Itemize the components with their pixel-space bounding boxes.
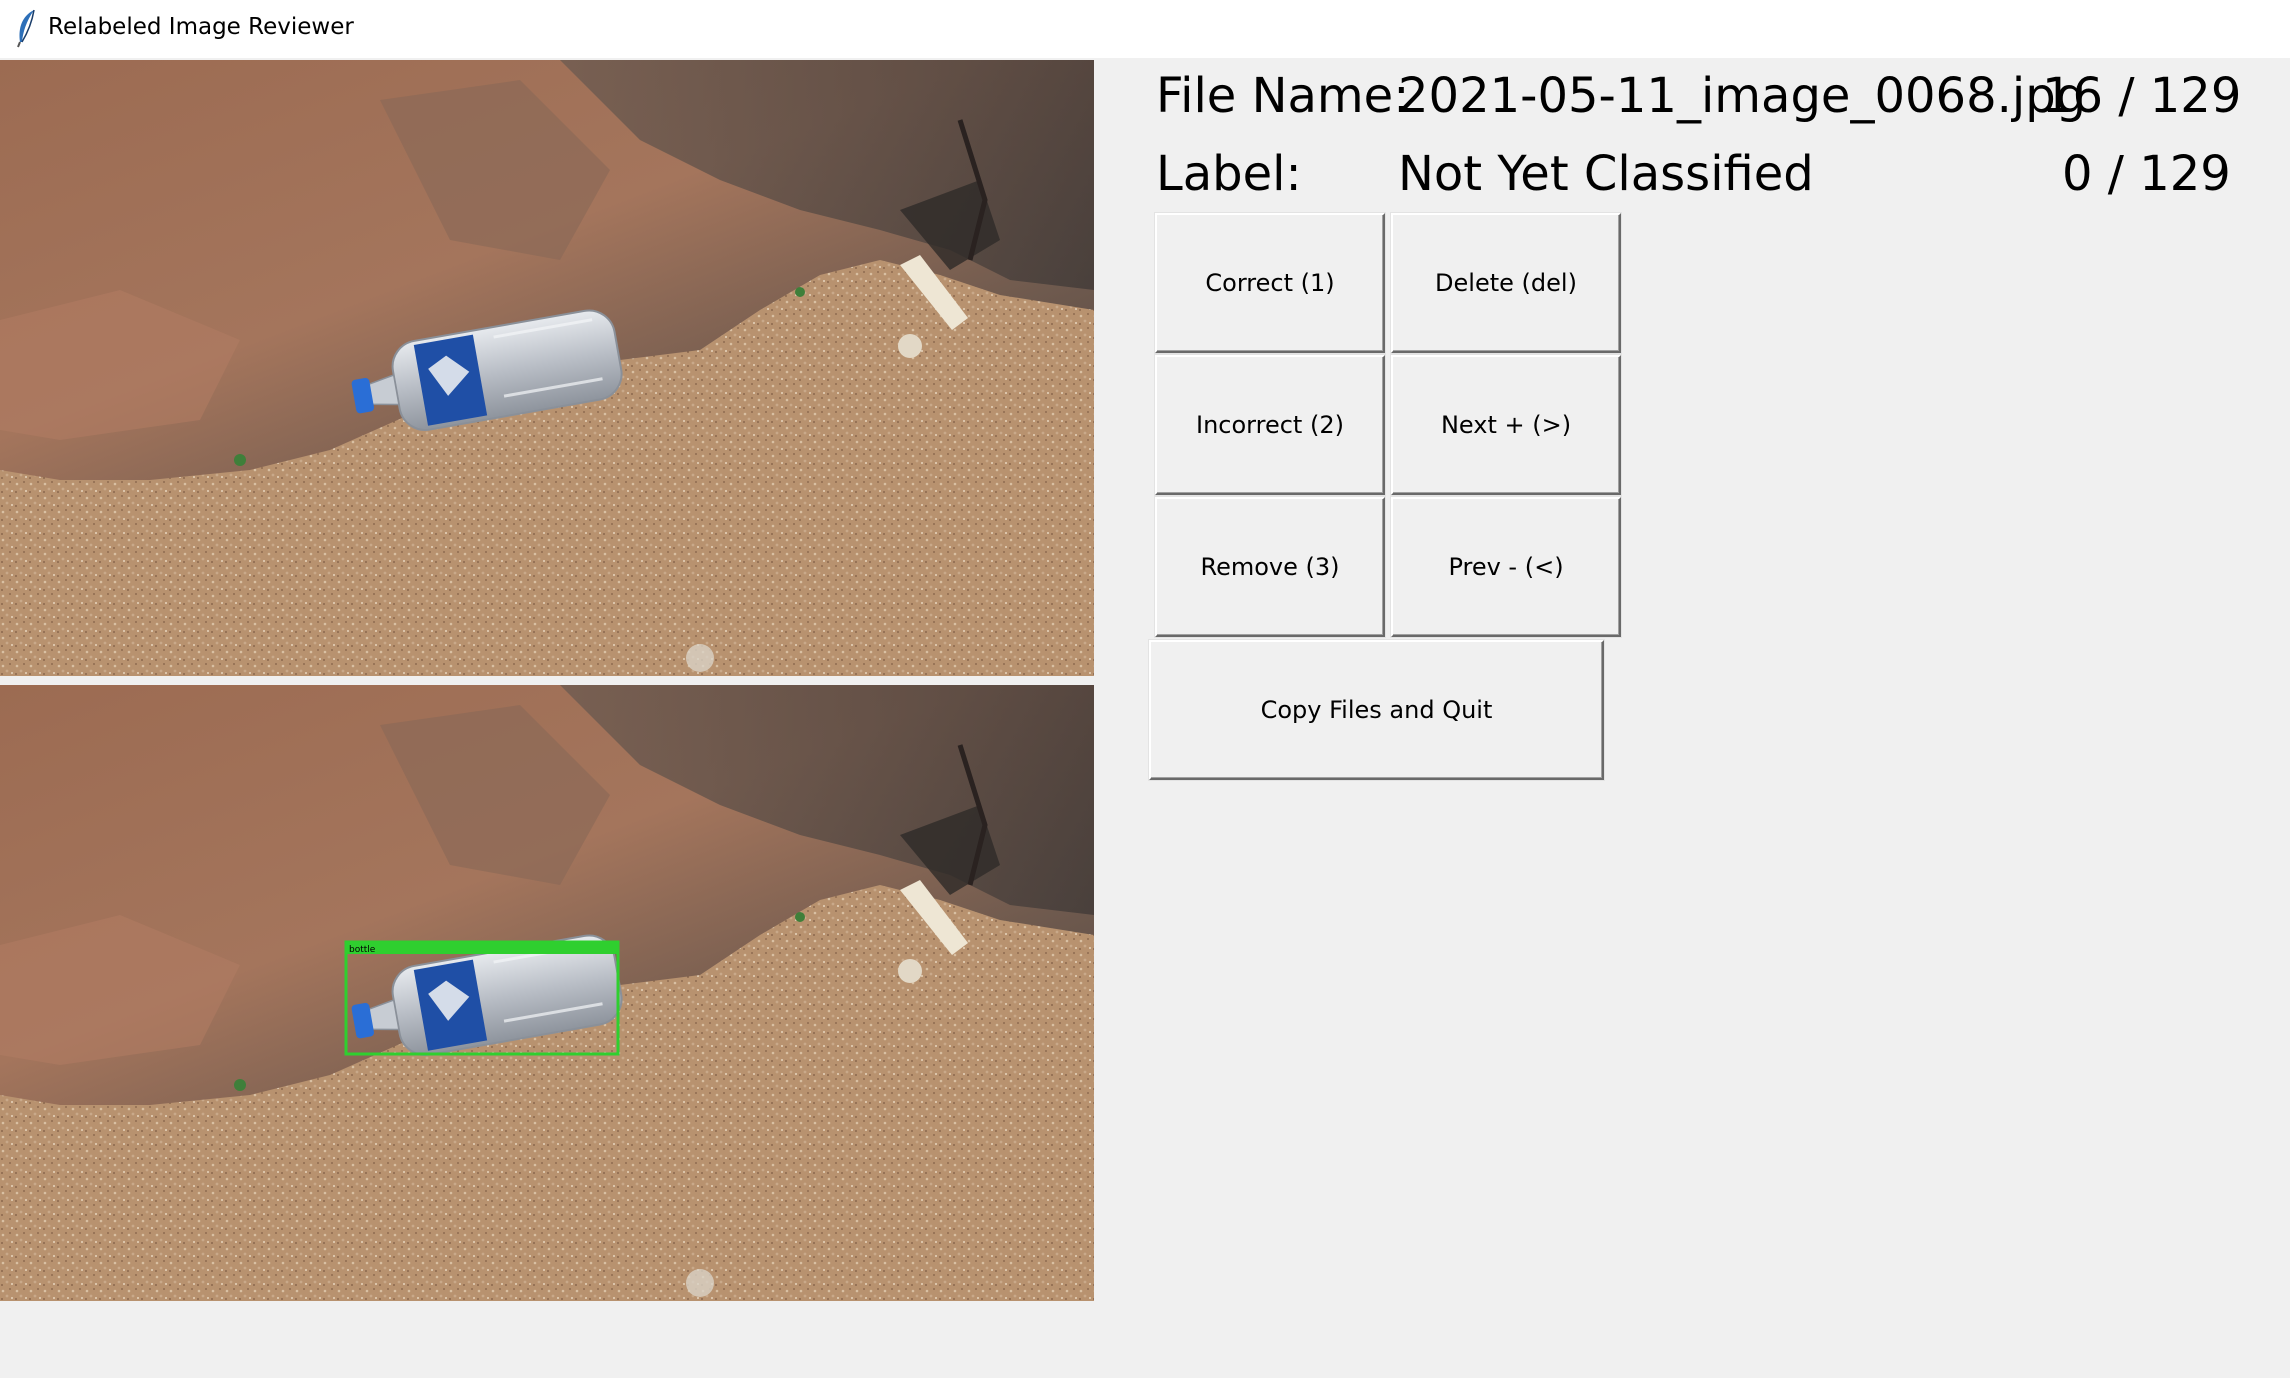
file-position: 16 / 129 — [2042, 68, 2242, 124]
prev-button[interactable]: Prev - (<) — [1391, 497, 1621, 637]
remove-button[interactable]: Remove (3) — [1155, 497, 1385, 637]
label-caption: Label: — [1156, 146, 1302, 202]
copy-files-and-quit-button[interactable]: Copy Files and Quit — [1149, 640, 1604, 780]
original-image — [0, 60, 1094, 676]
classified-count: 0 / 129 — [2062, 146, 2231, 202]
feather-icon — [17, 9, 35, 48]
next-button[interactable]: Next + (>) — [1391, 355, 1621, 495]
bounding-box-label: bottle — [349, 945, 376, 955]
title-bar: Relabeled Image Reviewer — [0, 0, 2290, 58]
annotated-image: bottle — [0, 685, 1094, 1301]
window-title: Relabeled Image Reviewer — [48, 14, 354, 40]
delete-button[interactable]: Delete (del) — [1391, 213, 1621, 353]
image-divider — [0, 676, 1094, 685]
label-value: Not Yet Classified — [1398, 146, 1814, 202]
incorrect-button[interactable]: Incorrect (2) — [1155, 355, 1385, 495]
file-name-value: 2021-05-11_image_0068.jpg — [1398, 68, 2087, 124]
file-name-caption: File Name: — [1156, 68, 1410, 124]
correct-button[interactable]: Correct (1) — [1155, 213, 1385, 353]
